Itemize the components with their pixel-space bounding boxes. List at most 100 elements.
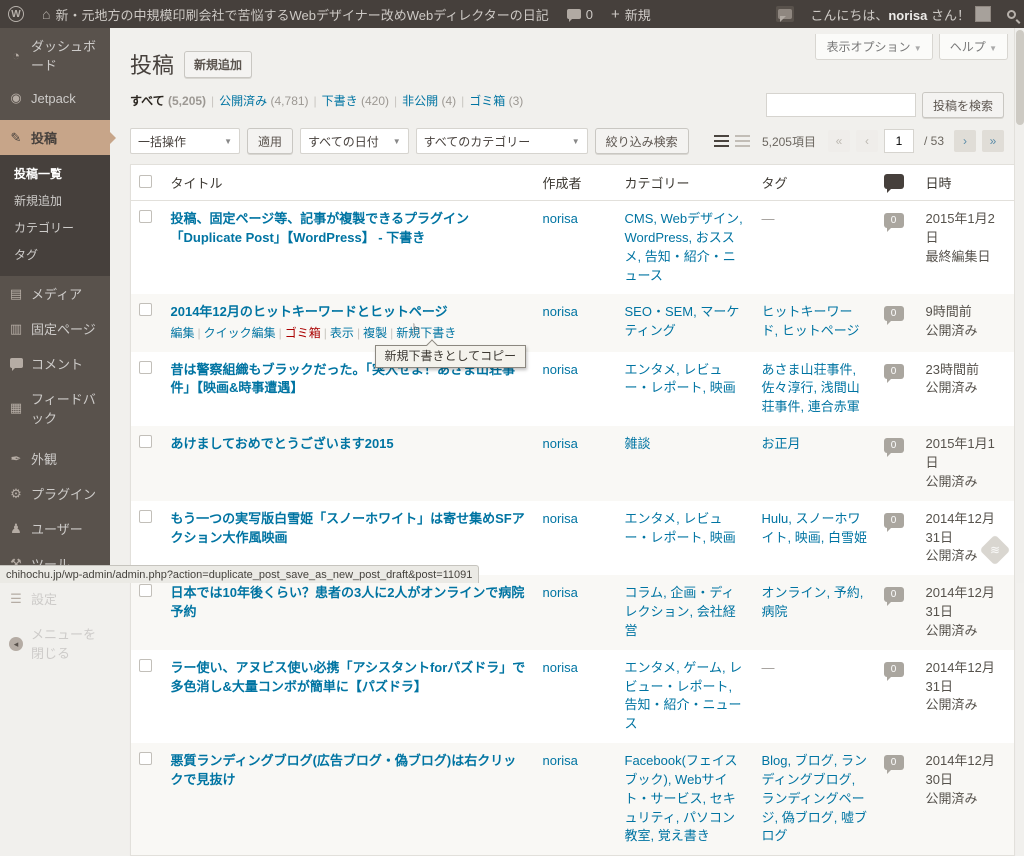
scrollbar-track[interactable] xyxy=(1014,28,1024,583)
sidebar-item-comments[interactable]: コメント xyxy=(0,346,110,381)
submenu-item[interactable]: カテゴリー xyxy=(0,214,110,241)
sidebar-item-appearance[interactable]: ✒外観 xyxy=(0,441,110,476)
current-page-input[interactable] xyxy=(884,129,914,153)
author-link[interactable]: norisa xyxy=(543,660,578,675)
apply-button[interactable]: 適用 xyxy=(247,128,293,154)
filter-link[interactable]: すべて (5,205) xyxy=(130,94,206,108)
last-page-button[interactable]: » xyxy=(982,130,1004,152)
action-view[interactable]: 表示 xyxy=(330,326,354,340)
add-new-button[interactable]: 新規追加 xyxy=(184,51,252,78)
post-title-link[interactable]: あけましておめでとうございます2015 xyxy=(171,436,394,451)
help-tab[interactable]: ヘルプ ▼ xyxy=(939,34,1008,60)
sidebar-item-jetpack[interactable]: ◉Jetpack xyxy=(0,82,110,114)
sidebar-item-media[interactable]: ▤メディア xyxy=(0,276,110,311)
author-link[interactable]: norisa xyxy=(543,753,578,768)
action-clone[interactable]: 複製 xyxy=(363,326,387,340)
action-trash[interactable]: ゴミ箱 xyxy=(285,326,321,340)
filter-count: (5,205) xyxy=(168,94,206,108)
select-all-checkbox[interactable] xyxy=(139,175,152,188)
tags-links[interactable]: Blog, ブログ, ランディングブログ, ランディングページ, 偽ブログ, 嘘… xyxy=(762,753,867,843)
comment-count-bubble[interactable]: 0 xyxy=(884,513,904,528)
bulk-action-select[interactable]: 一括操作▼ xyxy=(130,128,240,154)
tags-links[interactable]: オンライン, 予約, 病院 xyxy=(762,585,864,619)
submenu-item[interactable]: 投稿一覧 xyxy=(0,160,110,187)
row-checkbox[interactable] xyxy=(139,659,152,672)
categories-links[interactable]: CMS, Webデザイン, WordPress, おススメ, 告知・紹介・ニュー… xyxy=(625,211,743,283)
row-checkbox[interactable] xyxy=(139,752,152,765)
sidebar-item-posts[interactable]: ✎投稿 xyxy=(0,120,110,155)
row-checkbox[interactable] xyxy=(139,584,152,597)
action-quick-edit[interactable]: クイック編集 xyxy=(204,326,276,340)
author-link[interactable]: norisa xyxy=(543,304,578,319)
post-title-link[interactable]: ラー使い、アヌビス使い必携「アシスタントforパズドラ」で多色消し&大量コンボが… xyxy=(171,660,526,694)
categories-links[interactable]: コラム, 企画・ディレクション, 会社経営 xyxy=(625,585,736,638)
filter-link[interactable]: 下書き (420) xyxy=(322,94,389,108)
submenu-item[interactable]: 新規追加 xyxy=(0,187,110,214)
tags-links[interactable]: お正月 xyxy=(762,436,801,451)
comments-column-icon[interactable] xyxy=(884,174,904,189)
post-title-link[interactable]: 2014年12月のヒットキーワードとヒットページ xyxy=(171,304,448,319)
author-link[interactable]: norisa xyxy=(543,585,578,600)
tags-links[interactable]: Hulu, スノーホワイト, 映画, 白雪姫 xyxy=(762,511,867,545)
author-link[interactable]: norisa xyxy=(543,362,578,377)
sidebar-item-users[interactable]: ♟ユーザー xyxy=(0,511,110,546)
comment-count-bubble[interactable]: 0 xyxy=(884,587,904,602)
adminbar-search-button[interactable] xyxy=(999,0,1024,28)
comment-count-bubble[interactable]: 0 xyxy=(884,755,904,770)
categories-links[interactable]: Facebook(フェイスブック), Webサイト・サービス, セキュリティ, … xyxy=(625,753,738,843)
post-title-link[interactable]: 投稿、固定ページ等、記事が複製できるプラグイン「Duplicate Post」【… xyxy=(171,211,469,245)
comment-count-bubble[interactable]: 0 xyxy=(884,438,904,453)
screen-options-tab[interactable]: 表示オプション ▼ xyxy=(815,34,932,60)
sidebar-item-feedback[interactable]: ▦フィードバック xyxy=(0,381,110,435)
categories-links[interactable]: SEO・SEM, マーケティング xyxy=(625,304,740,338)
tags-links[interactable]: あさま山荘事件, 佐々淳行, 浅間山荘事件, 連合赤軍 xyxy=(762,362,860,415)
filter-button[interactable]: 絞り込み検索 xyxy=(595,128,689,154)
author-link[interactable]: norisa xyxy=(543,436,578,451)
row-checkbox[interactable] xyxy=(139,303,152,316)
filter-link[interactable]: ゴミ箱 (3) xyxy=(469,94,523,108)
row-checkbox[interactable] xyxy=(139,210,152,223)
scrollbar-thumb[interactable] xyxy=(1016,30,1024,125)
action-edit[interactable]: 編集 xyxy=(171,326,195,340)
next-page-button[interactable]: › xyxy=(954,130,976,152)
submenu-item[interactable]: タグ xyxy=(0,241,110,268)
excerpt-view-icon[interactable] xyxy=(735,135,750,148)
prev-page-button[interactable]: ‹ xyxy=(856,130,878,152)
row-checkbox[interactable] xyxy=(139,435,152,448)
row-checkbox[interactable] xyxy=(139,361,152,374)
sidebar-item-pages[interactable]: ▥固定ページ xyxy=(0,311,110,346)
sidebar-item-dashboard[interactable]: ◔ダッシュボード xyxy=(0,28,110,82)
sidebar-item-plugins[interactable]: ⚙プラグイン xyxy=(0,476,110,511)
account-menu[interactable]: こんにちは、norisa さん！ xyxy=(802,0,999,28)
comment-count-bubble[interactable]: 0 xyxy=(884,662,904,677)
post-title-link[interactable]: 日本では10年後くらい？患者の3人に2人がオンラインで病院予約 xyxy=(171,585,525,619)
adminbar-comments-link[interactable]: 0 xyxy=(559,0,601,28)
filter-link[interactable]: 非公開 (4) xyxy=(402,94,456,108)
site-link[interactable]: ⌂ 新・元地方の中規模印刷会社で苦悩するWebデザイナー改めWebディレクターの… xyxy=(34,0,557,28)
adminbar-new-link[interactable]: + 新規 xyxy=(603,0,659,28)
row-checkbox[interactable] xyxy=(139,510,152,523)
post-title-link[interactable]: 悪質ランディングブログ(広告ブログ・偽ブログ)は右クリックで見抜け xyxy=(171,753,517,787)
author-link[interactable]: norisa xyxy=(543,511,578,526)
categories-links[interactable]: エンタメ, レビュー・レポート, 映画 xyxy=(625,511,736,545)
search-posts-input[interactable] xyxy=(766,93,916,117)
column-date[interactable]: 日時 xyxy=(918,165,1015,201)
tags-links[interactable]: ヒットキーワード, ヒットページ xyxy=(762,304,860,338)
author-link[interactable]: norisa xyxy=(543,211,578,226)
search-posts-button[interactable]: 投稿を検索 xyxy=(922,92,1004,118)
categories-links[interactable]: エンタメ, ゲーム, レビュー・レポート, 告知・紹介・ニュース xyxy=(625,660,743,732)
post-title-link[interactable]: もう一つの実写版白雪姫「スノーホワイト」は寄せ集めSFアクション大作風映画 xyxy=(171,511,525,545)
categories-links[interactable]: エンタメ, レビュー・レポート, 映画 xyxy=(625,362,736,396)
wordpress-logo-icon[interactable]: W xyxy=(0,0,32,28)
list-view-icon[interactable] xyxy=(714,135,729,148)
comment-count-bubble[interactable]: 0 xyxy=(884,306,904,321)
column-title[interactable]: タイトル xyxy=(163,165,535,201)
categories-links[interactable]: 雑談 xyxy=(625,436,651,451)
filter-link[interactable]: 公開済み (4,781) xyxy=(219,94,308,108)
notification-bubble-button[interactable] xyxy=(768,0,802,28)
comment-count-bubble[interactable]: 0 xyxy=(884,213,904,228)
first-page-button[interactable]: « xyxy=(828,130,850,152)
date-filter-select[interactable]: すべての日付▼ xyxy=(300,128,409,154)
comment-count-bubble[interactable]: 0 xyxy=(884,364,904,379)
category-filter-select[interactable]: すべてのカテゴリー▼ xyxy=(416,128,588,154)
